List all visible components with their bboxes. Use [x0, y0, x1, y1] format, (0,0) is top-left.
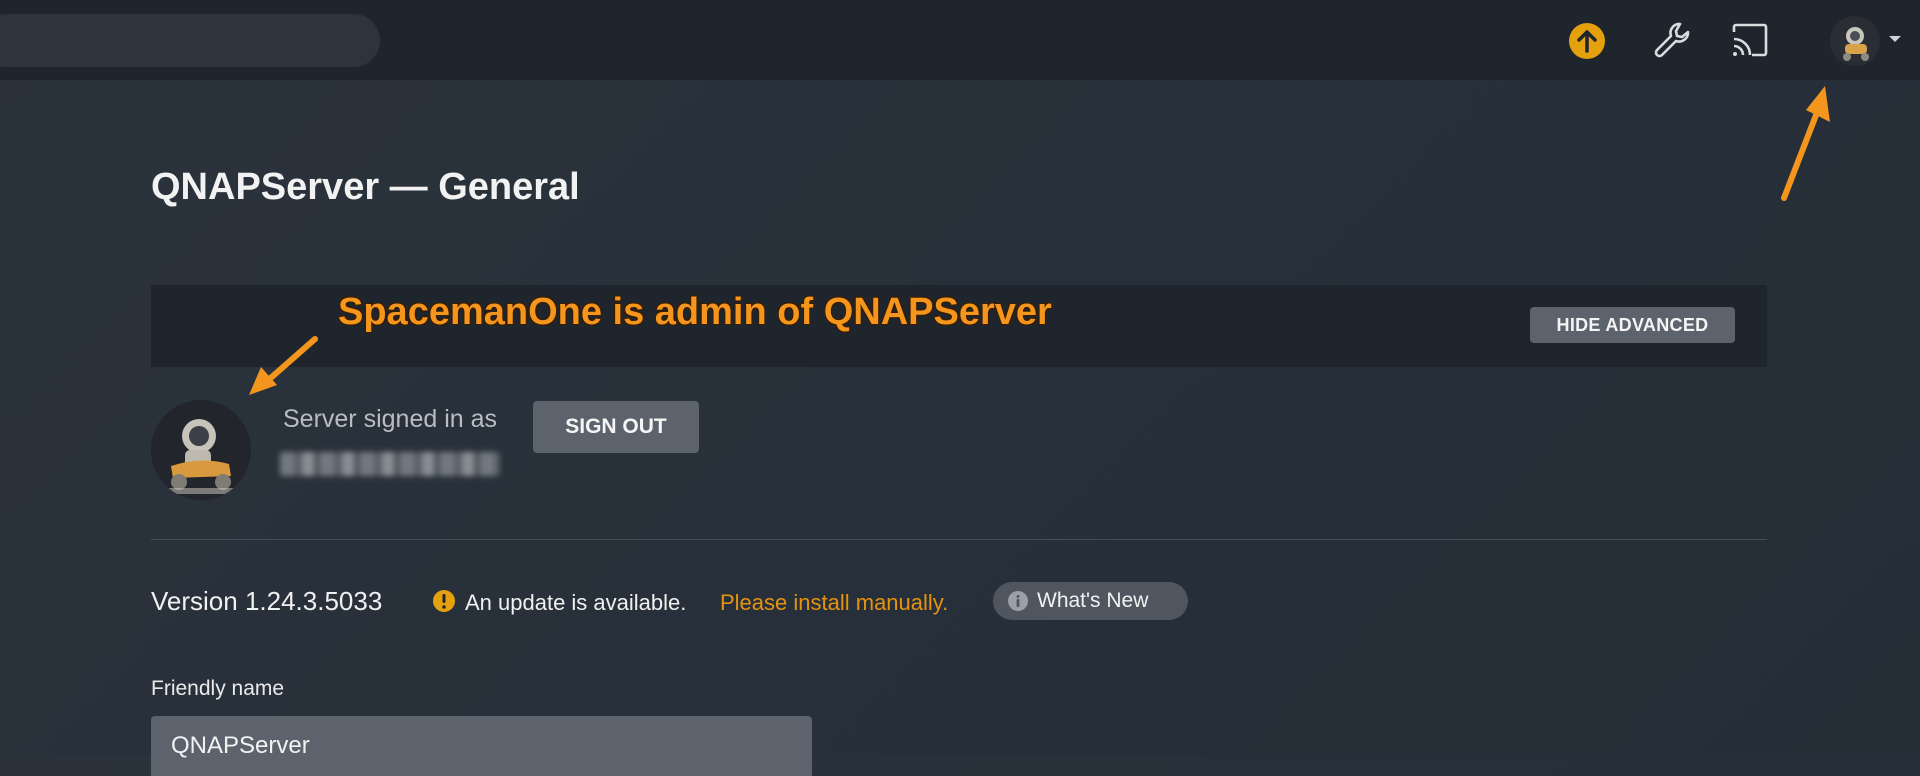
wrench-icon[interactable] — [1650, 18, 1694, 62]
caret-down-icon[interactable] — [1888, 34, 1902, 44]
annotation-text: SpacemanOne is admin of QNAPServer — [338, 291, 1052, 333]
search-input[interactable] — [0, 14, 380, 67]
sign-out-button[interactable]: SIGN OUT — [533, 401, 699, 453]
avatar[interactable] — [1830, 16, 1880, 66]
blurred-account-name — [280, 452, 500, 476]
update-available-text: An update is available. — [465, 590, 687, 615]
top-bar — [0, 0, 1920, 80]
annotation-arrow-icon — [1781, 86, 1830, 201]
hide-advanced-button[interactable]: HIDE ADVANCED — [1530, 307, 1735, 343]
version-label: Version 1.24.3.5033 — [151, 586, 383, 616]
cast-icon[interactable] — [1728, 18, 1772, 62]
info-icon — [1008, 591, 1028, 611]
warning-icon — [433, 590, 455, 612]
signed-in-label: Server signed in as — [283, 405, 498, 433]
divider — [151, 539, 1767, 540]
annotation-arrow-icon — [249, 336, 318, 395]
install-manually-link[interactable]: Please install manually. — [720, 590, 948, 616]
upload-icon[interactable] — [1568, 22, 1606, 60]
whats-new-label: What's New — [1037, 589, 1149, 612]
whats-new-button[interactable]: What's New — [993, 582, 1188, 620]
page-title: QNAPServer — General — [151, 166, 580, 208]
friendly-name-input[interactable] — [151, 716, 812, 776]
user-avatar — [151, 400, 251, 500]
friendly-name-label: Friendly name — [151, 677, 285, 700]
